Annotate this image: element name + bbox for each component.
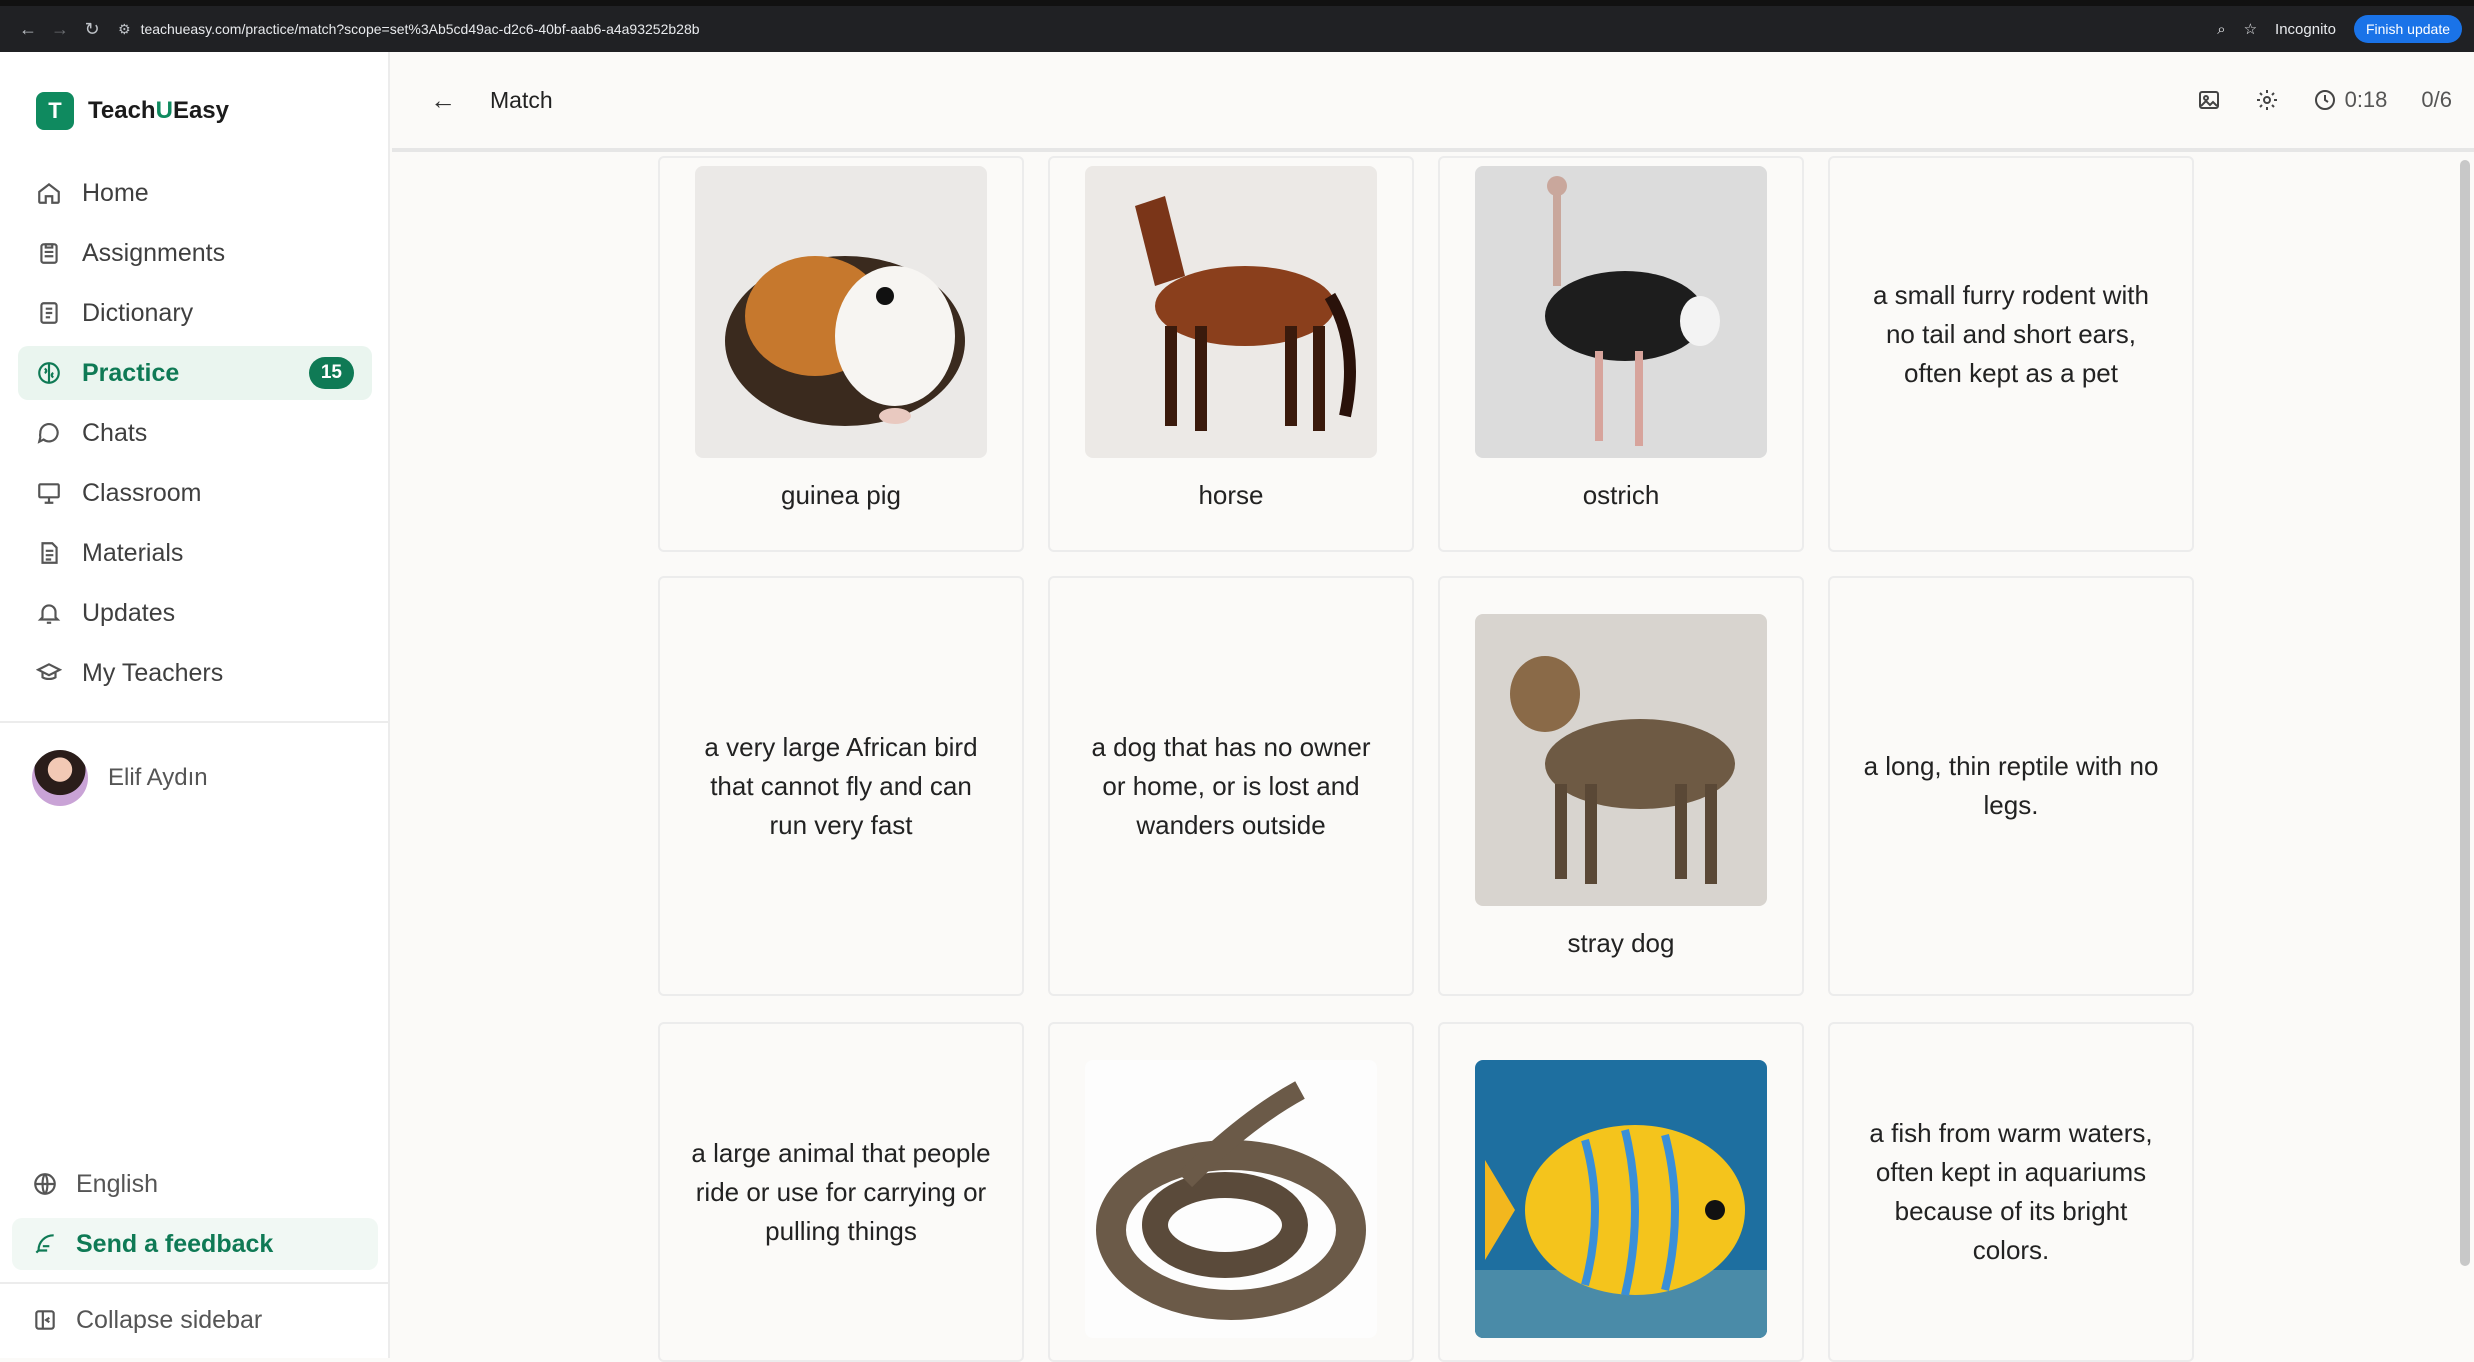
chat-icon	[37, 422, 59, 444]
sidebar-divider-bottom	[0, 1282, 390, 1284]
match-card-ostrich[interactable]: ostrich	[1438, 156, 1804, 552]
match-card-definition[interactable]: a fish from warm waters, often kept in a…	[1828, 1022, 2194, 1362]
scrollbar[interactable]	[2460, 160, 2470, 1266]
card-word: horse	[1198, 480, 1264, 510]
match-card-definition[interactable]: a dog that has no owner or home, or is l…	[1048, 576, 1414, 996]
image-toggle-icon[interactable]	[2197, 88, 2221, 112]
match-card-horse[interactable]: horse	[1048, 156, 1414, 552]
sidebar-item-classroom[interactable]: Classroom	[18, 466, 372, 520]
back-icon[interactable]: ←	[12, 19, 44, 40]
brand-name: TeachUEasy	[88, 97, 229, 124]
sidebar-item-materials[interactable]: Materials	[18, 526, 372, 580]
match-card-definition[interactable]: a very large African bird that cannot fl…	[658, 576, 1024, 996]
match-card-tropical-fish[interactable]	[1438, 1022, 1804, 1362]
zoom-icon[interactable]: ⌕	[2217, 21, 2225, 38]
card-definition: a small furry rodent with no tail and sh…	[1873, 280, 2149, 388]
guinea-pig-image	[695, 166, 987, 458]
avatar	[32, 750, 88, 806]
brand-logo[interactable]: T TeachUEasy	[36, 92, 229, 130]
match-progress: 0/6	[2421, 87, 2452, 112]
sidebar-item-practice[interactable]: Practice 15	[18, 346, 372, 400]
clipboard-icon	[40, 243, 58, 264]
match-card-stray-dog[interactable]: stray dog	[1438, 576, 1804, 996]
home-icon	[38, 182, 60, 204]
timer-value: 0:18	[2344, 87, 2388, 112]
bell-icon	[37, 604, 61, 624]
sidebar-item-chats[interactable]: Chats	[18, 406, 372, 460]
card-definition: a large animal that people ride or use f…	[691, 1137, 991, 1246]
feather-icon	[35, 1234, 54, 1254]
document-icon	[41, 542, 58, 564]
board-icon	[38, 483, 60, 504]
timer: 0:18	[2313, 87, 2388, 113]
page-title: Match	[490, 86, 553, 113]
address-bar[interactable]: ⚙ teachueasy.com/practice/match?scope=se…	[118, 21, 2217, 38]
card-definition: a long, thin reptile with no legs.	[1863, 751, 2159, 820]
user-name: Elif Aydın	[108, 764, 208, 791]
sidebar-nav: Home Assignments Dictionary Practice 15 …	[18, 166, 372, 706]
sidebar-item-assignments[interactable]: Assignments	[18, 226, 372, 280]
incognito-label[interactable]: Incognito	[2275, 21, 2336, 38]
card-word: ostrich	[1582, 480, 1660, 510]
sidebar-divider	[0, 721, 390, 723]
match-card-guinea-pig[interactable]: guinea pig	[658, 156, 1024, 552]
card-word: guinea pig	[781, 480, 901, 510]
sidebar-item-home[interactable]: Home	[18, 166, 372, 220]
card-word: stray dog	[1567, 928, 1675, 958]
sidebar: T TeachUEasy Home Assignments Dictionary…	[0, 52, 390, 1358]
tropical-fish-image	[1475, 1060, 1767, 1338]
match-card-snake[interactable]	[1048, 1022, 1414, 1362]
bookmark-star-icon[interactable]: ☆	[2244, 20, 2257, 38]
user-profile[interactable]: Elif Aydın	[32, 750, 208, 806]
graduation-cap-icon	[36, 663, 62, 681]
card-definition: a dog that has no owner or home, or is l…	[1091, 731, 1371, 840]
match-card-definition[interactable]: a small furry rodent with no tail and sh…	[1828, 156, 2194, 552]
horse-image	[1085, 166, 1377, 458]
sidebar-item-updates[interactable]: Updates	[18, 586, 372, 640]
site-info-icon[interactable]: ⚙	[118, 21, 131, 38]
sidebar-item-my-teachers[interactable]: My Teachers	[18, 646, 372, 700]
practice-count-badge: 15	[308, 357, 354, 389]
card-definition: a fish from warm waters, often kept in a…	[1869, 1118, 2153, 1265]
forward-icon[interactable]: →	[44, 19, 76, 40]
browser-chrome: ← → ↻ ⚙ teachueasy.com/practice/match?sc…	[0, 0, 2474, 52]
clock-icon	[2314, 90, 2335, 110]
collapse-sidebar-icon	[35, 1310, 55, 1330]
card-definition: a very large African bird that cannot fl…	[704, 731, 978, 840]
globe-icon	[34, 1173, 56, 1195]
language-selector[interactable]: English	[12, 1158, 378, 1210]
brand-mark: T	[36, 92, 74, 130]
match-card-definition[interactable]: a long, thin reptile with no legs.	[1828, 576, 2194, 996]
reload-icon[interactable]: ↻	[76, 19, 108, 40]
snake-image	[1085, 1060, 1377, 1338]
brain-icon	[38, 362, 60, 384]
back-arrow-icon[interactable]: ←	[430, 85, 456, 116]
browser-toolbar: ← → ↻ ⚙ teachueasy.com/practice/match?sc…	[0, 6, 2474, 52]
book-icon	[40, 302, 58, 324]
settings-gear-icon[interactable]	[2255, 88, 2279, 112]
send-feedback-button[interactable]: Send a feedback	[12, 1218, 378, 1270]
sidebar-item-dictionary[interactable]: Dictionary	[18, 286, 372, 340]
ostrich-image	[1475, 166, 1767, 458]
page-header: ← Match 0:18 0/6	[392, 52, 2474, 152]
finish-update-button[interactable]: Finish update	[2353, 15, 2462, 43]
collapse-sidebar-button[interactable]: Collapse sidebar	[12, 1294, 378, 1346]
match-card-definition[interactable]: a large animal that people ride or use f…	[658, 1022, 1024, 1362]
url-text: teachueasy.com/practice/match?scope=set%…	[140, 21, 700, 37]
stray-dog-image	[1475, 614, 1767, 906]
